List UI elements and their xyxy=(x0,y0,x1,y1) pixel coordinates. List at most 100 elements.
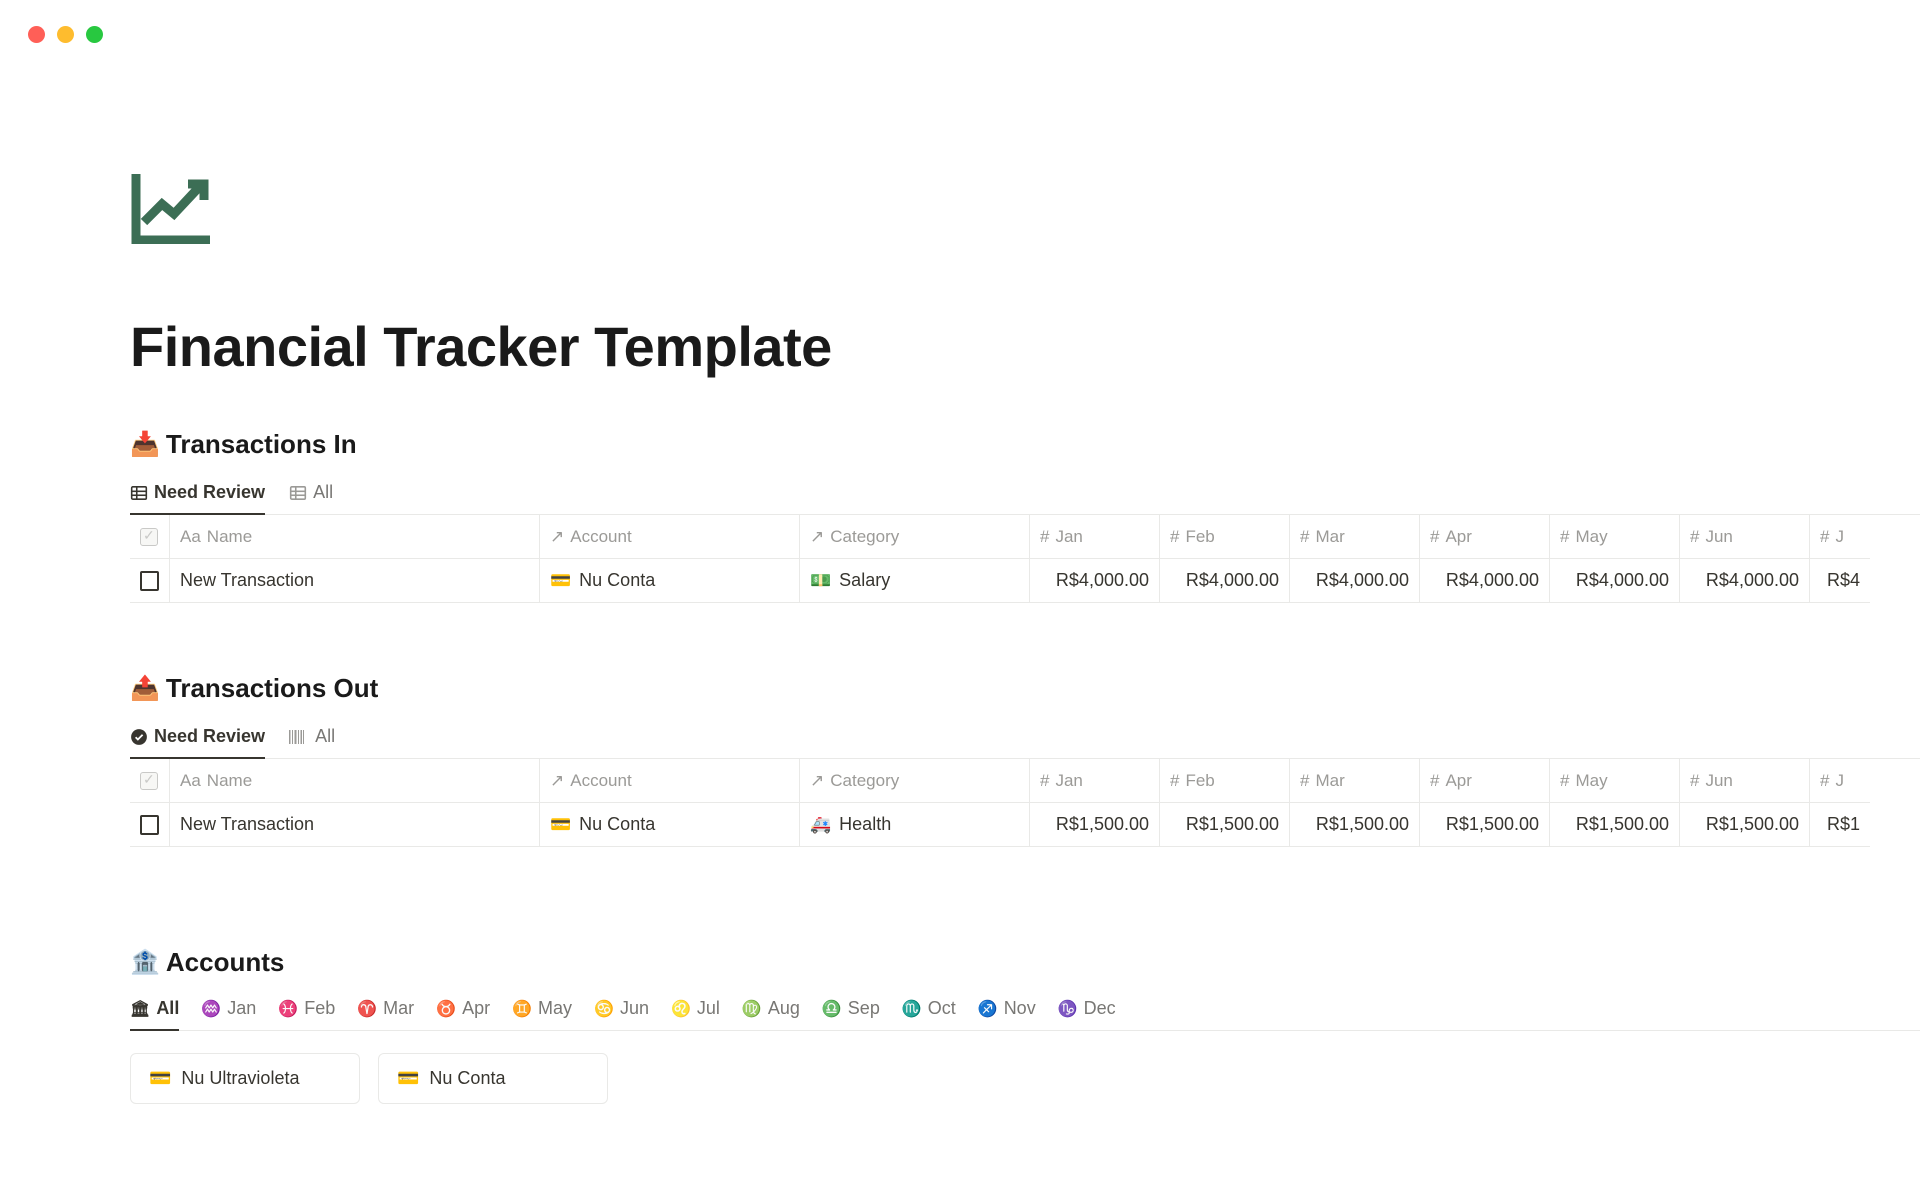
cell-name[interactable]: New Transaction xyxy=(170,559,539,603)
cell-text: Nu Conta xyxy=(579,814,655,835)
zodiac-icon: ♐ xyxy=(978,999,998,1019)
acc-tab-jan[interactable]: ♒Jan xyxy=(201,998,256,1031)
acc-tab-oct[interactable]: ♏Oct xyxy=(902,998,956,1031)
column-header[interactable]: Feb xyxy=(1185,527,1214,547)
cell-may[interactable]: R$4,000.00 xyxy=(1550,559,1679,603)
zodiac-icon: ♈ xyxy=(357,999,377,1019)
column-header[interactable]: Jun xyxy=(1705,771,1732,791)
tabs-accounts: 🏛All ♒Jan ♓Feb ♈Mar ♉Apr ♊May ♋Jun ♌Jul … xyxy=(130,998,1920,1031)
cell-name[interactable]: New Transaction xyxy=(170,803,539,847)
cell-apr[interactable]: R$4,000.00 xyxy=(1420,559,1549,603)
column-header[interactable]: Mar xyxy=(1315,527,1344,547)
column-header[interactable]: J xyxy=(1835,771,1844,791)
checkbox-header-icon[interactable] xyxy=(140,528,158,546)
account-cards: 💳 Nu Ultravioleta 💳 Nu Conta xyxy=(130,1053,1920,1104)
acc-tab-mar[interactable]: ♈Mar xyxy=(357,998,414,1031)
number-column-icon: # xyxy=(1690,771,1699,791)
tab-need-review[interactable]: Need Review xyxy=(130,482,265,515)
cell-jan[interactable]: R$1,500.00 xyxy=(1030,803,1159,847)
row-checkbox[interactable] xyxy=(140,815,159,835)
tabs-transactions-in: Need Review All xyxy=(130,482,1920,515)
acc-tab-jun[interactable]: ♋Jun xyxy=(594,998,649,1031)
cell-text: Salary xyxy=(839,570,890,591)
column-header[interactable]: Apr xyxy=(1445,771,1471,791)
checkbox-header-icon[interactable] xyxy=(140,772,158,790)
acc-tab-dec[interactable]: ♑Dec xyxy=(1058,998,1116,1031)
acc-tab-apr[interactable]: ♉Apr xyxy=(436,998,490,1031)
zodiac-icon: ♌ xyxy=(671,999,691,1019)
column-header[interactable]: May xyxy=(1575,771,1607,791)
column-header[interactable]: Jan xyxy=(1055,527,1082,547)
zodiac-icon: ♒ xyxy=(201,999,221,1019)
cell-jun[interactable]: R$1,500.00 xyxy=(1680,803,1809,847)
bank-glyph-icon: 🏛 xyxy=(130,999,150,1019)
account-card[interactable]: 💳 Nu Ultravioleta xyxy=(130,1053,360,1104)
column-header[interactable]: Account xyxy=(570,771,631,791)
outbox-icon: 📤 xyxy=(130,674,160,703)
tab-label: Dec xyxy=(1084,998,1116,1019)
tabs-transactions-out: Need Review All xyxy=(130,726,1920,759)
tab-label: Need Review xyxy=(154,726,265,747)
column-header[interactable]: Jan xyxy=(1055,771,1082,791)
tab-all[interactable]: All xyxy=(289,726,335,759)
number-column-icon: # xyxy=(1040,771,1049,791)
column-header[interactable]: Category xyxy=(830,771,899,791)
cell-apr[interactable]: R$1,500.00 xyxy=(1420,803,1549,847)
column-header[interactable]: J xyxy=(1835,527,1844,547)
column-header[interactable]: Mar xyxy=(1315,771,1344,791)
text-column-icon: Aa xyxy=(180,527,201,547)
close-window-icon[interactable] xyxy=(28,26,45,43)
acc-tab-aug[interactable]: ♍Aug xyxy=(742,998,800,1031)
cell-mar[interactable]: R$4,000.00 xyxy=(1290,559,1419,603)
cell-category[interactable]: 💵 Salary xyxy=(800,559,1029,603)
cell-account[interactable]: 💳 Nu Conta xyxy=(540,803,799,847)
row-checkbox[interactable] xyxy=(140,571,159,591)
column-header[interactable]: May xyxy=(1575,527,1607,547)
category-icon: 🚑 xyxy=(810,815,831,835)
cell-jul[interactable]: R$1 xyxy=(1810,803,1870,847)
acc-tab-feb[interactable]: ♓Feb xyxy=(278,998,335,1031)
zodiac-icon: ♍ xyxy=(742,999,762,1019)
number-column-icon: # xyxy=(1430,771,1439,791)
column-header[interactable]: Name xyxy=(207,527,252,547)
zodiac-icon: ♊ xyxy=(512,999,532,1019)
table-icon xyxy=(130,484,148,502)
acc-tab-may[interactable]: ♊May xyxy=(512,998,572,1031)
column-header[interactable]: Apr xyxy=(1445,527,1471,547)
number-column-icon: # xyxy=(1820,527,1829,547)
column-header[interactable]: Feb xyxy=(1185,771,1214,791)
section-title-text: Accounts xyxy=(166,947,284,978)
inbox-icon: 📥 xyxy=(130,430,160,459)
table-icon xyxy=(289,484,307,502)
acc-tab-jul[interactable]: ♌Jul xyxy=(671,998,720,1031)
cell-jun[interactable]: R$4,000.00 xyxy=(1680,559,1809,603)
cell-mar[interactable]: R$1,500.00 xyxy=(1290,803,1419,847)
zodiac-icon: ♏ xyxy=(902,999,922,1019)
column-header[interactable]: Name xyxy=(207,771,252,791)
acc-tab-sep[interactable]: ♎Sep xyxy=(822,998,880,1031)
acc-tab-all[interactable]: 🏛All xyxy=(130,998,179,1031)
section-title-text: Transactions Out xyxy=(166,673,378,704)
column-header[interactable]: Jun xyxy=(1705,527,1732,547)
card-label: Nu Conta xyxy=(429,1068,505,1089)
cell-category[interactable]: 🚑 Health xyxy=(800,803,1029,847)
minimize-window-icon[interactable] xyxy=(57,26,74,43)
acc-tab-nov[interactable]: ♐Nov xyxy=(978,998,1036,1031)
relation-column-icon: ↗ xyxy=(550,527,564,547)
cell-account[interactable]: 💳 Nu Conta xyxy=(540,559,799,603)
column-header[interactable]: Account xyxy=(570,527,631,547)
cell-may[interactable]: R$1,500.00 xyxy=(1550,803,1679,847)
tab-label: Feb xyxy=(304,998,335,1019)
category-icon: 💵 xyxy=(810,571,831,591)
cell-feb[interactable]: R$1,500.00 xyxy=(1160,803,1289,847)
column-header[interactable]: Category xyxy=(830,527,899,547)
fullscreen-window-icon[interactable] xyxy=(86,26,103,43)
cell-feb[interactable]: R$4,000.00 xyxy=(1160,559,1289,603)
cell-jul[interactable]: R$4 xyxy=(1810,559,1870,603)
cell-jan[interactable]: R$4,000.00 xyxy=(1030,559,1159,603)
tab-all[interactable]: All xyxy=(289,482,333,515)
tab-need-review[interactable]: Need Review xyxy=(130,726,265,759)
number-column-icon: # xyxy=(1560,771,1569,791)
card-icon: 💳 xyxy=(149,1068,171,1089)
account-card[interactable]: 💳 Nu Conta xyxy=(378,1053,608,1104)
